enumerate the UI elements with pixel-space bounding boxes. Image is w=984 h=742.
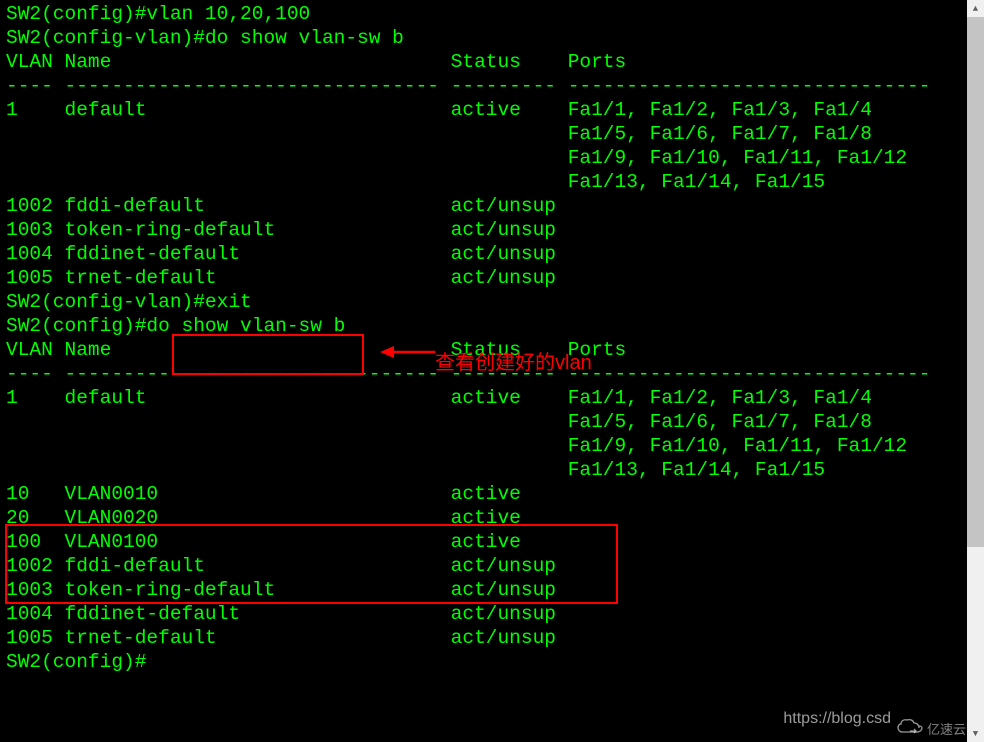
arrow-icon	[380, 342, 435, 362]
terminal-line: SW2(config)#do show vlan-sw b	[6, 314, 961, 338]
terminal-line: 1003 token-ring-default act/unsup	[6, 218, 961, 242]
terminal-line: Fa1/5, Fa1/6, Fa1/7, Fa1/8	[6, 122, 961, 146]
vertical-scrollbar[interactable]: ▲ ▼	[967, 0, 984, 742]
scrollbar-thumb[interactable]	[967, 17, 984, 547]
terminal-line: 1004 fddinet-default act/unsup	[6, 602, 961, 626]
terminal-line: 1 default active Fa1/1, Fa1/2, Fa1/3, Fa…	[6, 386, 961, 410]
terminal-line: SW2(config)#	[6, 650, 961, 674]
terminal-line: 1005 trnet-default act/unsup	[6, 626, 961, 650]
terminal-line: Fa1/9, Fa1/10, Fa1/11, Fa1/12	[6, 146, 961, 170]
scrollbar-up-button[interactable]: ▲	[967, 0, 984, 17]
terminal-line: SW2(config)#vlan 10,20,100	[6, 2, 961, 26]
watermark-logo: 亿速云	[897, 718, 966, 738]
annotation-text: 查看创建好的vlan	[435, 351, 592, 375]
terminal-line: 1 default active Fa1/1, Fa1/2, Fa1/3, Fa…	[6, 98, 961, 122]
scrollbar-down-button[interactable]: ▼	[967, 725, 984, 742]
chevron-up-icon: ▲	[973, 4, 978, 14]
terminal-line: SW2(config-vlan)#do show vlan-sw b	[6, 26, 961, 50]
terminal-line: ---- -------------------------------- --…	[6, 74, 961, 98]
highlight-box-command	[172, 334, 364, 375]
terminal-line: SW2(config-vlan)#exit	[6, 290, 961, 314]
cloud-icon	[897, 718, 925, 738]
terminal-line: 1002 fddi-default act/unsup	[6, 194, 961, 218]
watermark-logo-text: 亿速云	[927, 719, 966, 738]
terminal-line: Fa1/13, Fa1/14, Fa1/15	[6, 170, 961, 194]
terminal-line: Fa1/13, Fa1/14, Fa1/15	[6, 458, 961, 482]
terminal-line: 1004 fddinet-default act/unsup	[6, 242, 961, 266]
terminal-line: Fa1/9, Fa1/10, Fa1/11, Fa1/12	[6, 434, 961, 458]
terminal-line: Fa1/5, Fa1/6, Fa1/7, Fa1/8	[6, 410, 961, 434]
terminal-output: SW2(config)#vlan 10,20,100 SW2(config-vl…	[0, 0, 967, 742]
terminal-line: VLAN Name Status Ports	[6, 50, 961, 74]
terminal-line: 10 VLAN0010 active	[6, 482, 961, 506]
highlight-box-vlans	[5, 524, 618, 604]
chevron-down-icon: ▼	[973, 729, 978, 739]
watermark-url: https://blog.csd	[783, 710, 891, 728]
terminal-line: 1005 trnet-default act/unsup	[6, 266, 961, 290]
